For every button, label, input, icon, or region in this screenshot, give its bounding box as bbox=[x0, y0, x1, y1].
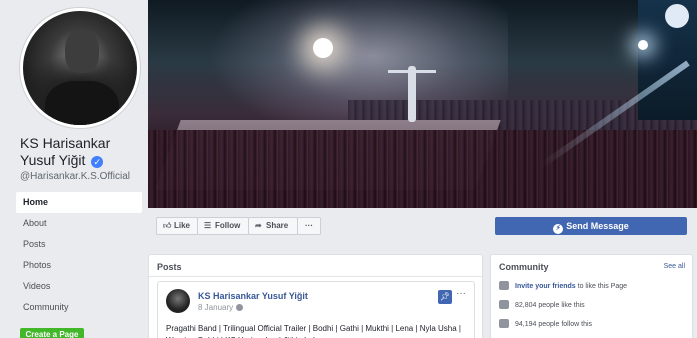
invite-friends-icon bbox=[499, 281, 509, 290]
rss-icon: ☰ bbox=[204, 221, 212, 230]
messenger-icon: ⚡︎ bbox=[553, 224, 564, 234]
community-follows-row: 94,194 people follow this bbox=[499, 319, 689, 328]
cover-crowd-front bbox=[148, 130, 697, 208]
thumbs-up-icon: 👍︎ bbox=[163, 221, 172, 230]
community-likes-row: 82,804 people like this bbox=[499, 300, 689, 309]
profile-picture-head bbox=[65, 29, 99, 73]
posts-section: Posts KS Harisankar Yusuf Yiğit 8 Januar… bbox=[148, 254, 483, 338]
sidebar-item-videos[interactable]: Videos bbox=[16, 276, 142, 297]
thumbs-up-icon bbox=[499, 300, 509, 309]
create-page-button[interactable]: Create a Page bbox=[20, 328, 84, 338]
page-action-bar: 👍︎ Like ☰ Follow ➦ Share ··· ⚡︎ Send Message bbox=[148, 208, 697, 244]
posts-divider bbox=[149, 276, 482, 277]
sidebar-nav: Home About Posts Photos Videos Community bbox=[16, 192, 142, 318]
cover-spotlight-left bbox=[313, 38, 333, 58]
like-button[interactable]: 👍︎ Like bbox=[156, 217, 198, 235]
sidebar-item-home[interactable]: Home bbox=[16, 192, 142, 213]
post-timestamp[interactable]: 8 January bbox=[198, 303, 244, 312]
send-message-label: Send Message bbox=[566, 221, 629, 231]
invite-friends-text: to like this Page bbox=[575, 283, 628, 290]
profile-picture[interactable] bbox=[20, 8, 140, 128]
rss-icon bbox=[499, 319, 509, 328]
follows-count: 94,194 people follow this bbox=[515, 321, 593, 328]
follow-button[interactable]: ☰ Follow bbox=[197, 217, 249, 235]
cover-spotlight-right bbox=[638, 40, 648, 50]
pin-icon[interactable]: 📌︎ bbox=[438, 290, 452, 304]
page-name-line2: Yusuf Yiğit bbox=[20, 152, 86, 168]
sidebar-item-about[interactable]: About bbox=[16, 213, 142, 234]
page-name[interactable]: KS Harisankar Yusuf Yiğit ✓ bbox=[20, 135, 145, 169]
profile-picture-body bbox=[45, 81, 119, 125]
share-label: Share bbox=[266, 221, 289, 230]
post-date-text: 8 January bbox=[198, 303, 234, 312]
community-title[interactable]: Community bbox=[499, 262, 549, 272]
community-see-all-link[interactable]: See all bbox=[664, 263, 685, 270]
post-options-button[interactable]: ··· bbox=[456, 288, 466, 299]
page-name-line1: KS Harisankar bbox=[20, 135, 111, 151]
share-arrow-icon: ➦ bbox=[255, 221, 262, 230]
share-button[interactable]: ➦ Share bbox=[248, 217, 298, 235]
cover-photo[interactable] bbox=[148, 0, 697, 208]
follow-label: Follow bbox=[215, 221, 241, 230]
post-author-name[interactable]: KS Harisankar Yusuf Yiğit bbox=[198, 291, 308, 301]
cover-corner-icon bbox=[665, 4, 689, 28]
page-handle[interactable]: @Harisankar.K.S.Official bbox=[20, 171, 130, 182]
sidebar-item-posts[interactable]: Posts bbox=[16, 234, 142, 255]
post-text: Pragathi Band | Trilingual Official Trai… bbox=[166, 324, 461, 338]
likes-count: 82,804 people like this bbox=[515, 302, 585, 309]
community-invite-row: Invite your friends to like this Page bbox=[499, 281, 689, 290]
sidebar-item-photos[interactable]: Photos bbox=[16, 255, 142, 276]
send-message-button[interactable]: ⚡︎ Send Message bbox=[495, 217, 687, 235]
like-label: Like bbox=[174, 221, 191, 230]
invite-friends-link[interactable]: Invite your friends bbox=[515, 283, 576, 290]
more-options-button[interactable]: ··· bbox=[297, 217, 321, 235]
post-author-avatar[interactable] bbox=[166, 289, 190, 313]
verified-badge-icon: ✓ bbox=[91, 156, 104, 168]
left-column: KS Harisankar Yusuf Yiğit ✓ @Harisankar.… bbox=[0, 0, 148, 338]
post-card: KS Harisankar Yusuf Yiğit 8 January 📌︎ ·… bbox=[157, 281, 475, 338]
globe-icon bbox=[236, 304, 244, 311]
posts-section-title[interactable]: Posts bbox=[157, 262, 182, 272]
cover-performer bbox=[408, 66, 416, 122]
sidebar-item-community[interactable]: Community bbox=[16, 297, 142, 318]
community-section: Community See all Invite your friends to… bbox=[490, 254, 693, 338]
